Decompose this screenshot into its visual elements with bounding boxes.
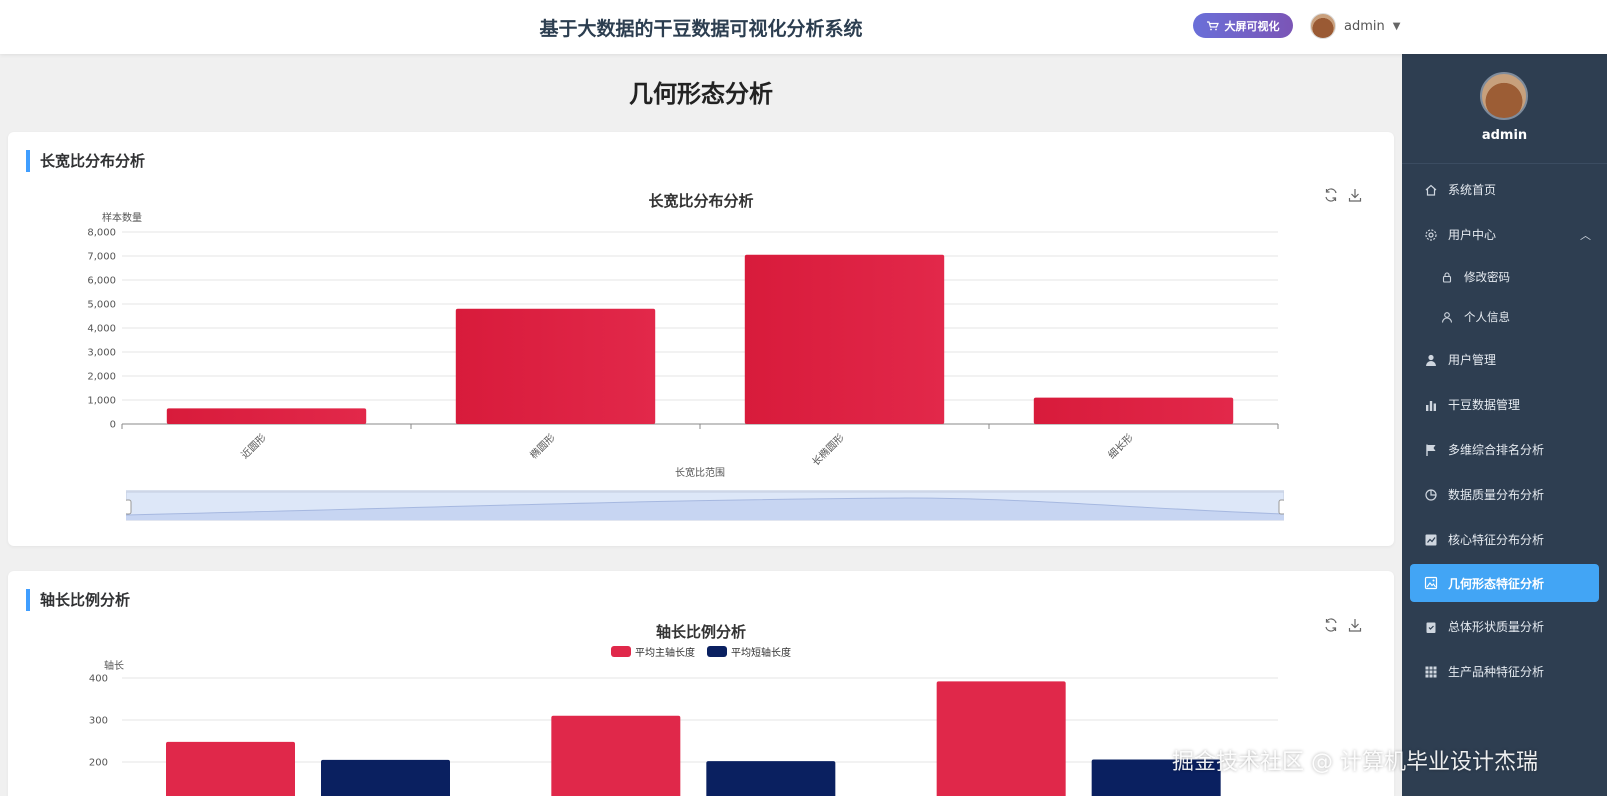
chevron-up-icon: ︿ — [1580, 228, 1591, 242]
bar — [455, 308, 656, 424]
y-tick-label: 300 — [89, 716, 108, 727]
y-tick-label: 3,000 — [87, 348, 116, 359]
gear-icon — [1425, 228, 1437, 241]
bar-chart-icon — [1426, 400, 1436, 411]
sidebar-item-label: 用户中心 — [1448, 228, 1497, 242]
top-header: 基于大数据的干豆数据可视化分析系统 大屏可视化 admin ▼ — [0, 0, 1607, 54]
avatar — [1480, 72, 1528, 120]
datazoom-handle-right — [1278, 499, 1284, 515]
datazoom-slider[interactable] — [126, 490, 1284, 522]
sidebar: admin 系统首页用户中心 ︿ 修改密码个人信息用户管理干豆数据管理多维综合排名分… — [1402, 54, 1607, 796]
bar — [744, 254, 945, 424]
y-tick-label: 6,000 — [87, 276, 116, 287]
sidebar-item-label: 系统首页 — [1448, 183, 1497, 197]
sidebar-item-5[interactable]: 干豆数据管理 — [1402, 382, 1607, 427]
bar — [551, 715, 681, 796]
y-tick-label: 200 — [89, 758, 108, 769]
sidebar-item-label: 用户管理 — [1448, 353, 1497, 367]
x-tick-label: 长椭圆形 — [809, 431, 846, 468]
sidebar-item-label: 修改密码 — [1464, 270, 1510, 284]
sidebar-username: admin — [1481, 128, 1528, 143]
username: admin — [1344, 18, 1385, 34]
bigscreen-label: 大屏可视化 — [1224, 19, 1280, 33]
sidebar-item-8[interactable]: 核心特征分布分析 — [1402, 517, 1607, 562]
lock-icon — [1442, 272, 1452, 283]
flag-icon — [1426, 444, 1436, 456]
sidebar-item-label: 总体形状质量分析 — [1448, 620, 1545, 634]
sidebar-item-label: 生产品种特征分析 — [1448, 665, 1545, 679]
sidebar-menu: 系统首页用户中心 ︿ 修改密码个人信息用户管理干豆数据管理多维综合排名分析 数据质量分… — [1402, 167, 1607, 694]
bar — [936, 681, 1066, 796]
sidebar-item-9[interactable]: 几何形态特征分析 — [1410, 564, 1599, 602]
sidebar-item-label: 数据质量分布分析 — [1448, 488, 1545, 502]
y-tick-label: 4,000 — [87, 324, 116, 335]
bar — [166, 408, 367, 424]
y-tick-label: 1,000 — [87, 396, 116, 407]
sidebar-item-6[interactable]: 多维综合排名分析 — [1402, 427, 1607, 472]
cart-icon — [1206, 20, 1219, 30]
x-tick-label: 细长形 — [1105, 431, 1135, 461]
sidebar-item-10[interactable]: 总体形状质量分析 — [1402, 604, 1607, 649]
y-tick-label: 0 — [110, 420, 116, 431]
datazoom-handle-left — [126, 499, 132, 515]
y-tick-label: 5,000 — [87, 300, 116, 311]
aspect-ratio-panel: 长宽比分布分析 长宽比分布分析 样本数量 0 1,000 2,000 3,000 4,0… — [8, 132, 1394, 546]
bar — [321, 759, 450, 796]
bar — [1033, 397, 1234, 424]
pie-icon — [1425, 488, 1437, 501]
sidebar-item-label: 核心特征分布分析 — [1448, 533, 1545, 547]
bar — [166, 741, 295, 796]
aspect-ratio-bar-chart: 0 1,000 2,000 3,000 4,000 5,000 6,000 7,000 8,00… — [87, 228, 1279, 468]
grid-icon — [1425, 666, 1437, 677]
avatar — [1310, 13, 1336, 39]
sidebar-item-label: 几何形态特征分析 — [1448, 576, 1545, 591]
x-axis-name: 长宽比范围 — [675, 468, 725, 479]
page-title: 几何形态分析 — [629, 80, 773, 108]
y-tick-label: 7,000 — [87, 252, 116, 263]
sidebar-item-label: 多维综合排名分析 — [1448, 443, 1545, 457]
y-tick-label: 400 — [89, 674, 108, 685]
app-title: 基于大数据的干豆数据可视化分析系统 — [539, 18, 863, 40]
sidebar-item-1[interactable]: 用户中心 ︿ — [1402, 212, 1607, 257]
trend-icon — [1425, 534, 1437, 545]
bar — [706, 761, 836, 796]
sidebar-item-4[interactable]: 用户管理 — [1402, 337, 1607, 382]
picture-icon — [1424, 576, 1438, 590]
user-icon — [1426, 354, 1436, 366]
watermark: 掘金技术社区 @ 计算机毕业设计杰瑞 — [1172, 750, 1538, 775]
sidebar-profile: admin — [1402, 54, 1607, 164]
sidebar-item-label: 个人信息 — [1464, 310, 1510, 324]
bigscreen-button[interactable]: 大屏可视化 — [1193, 13, 1293, 38]
sidebar-item-label: 干豆数据管理 — [1448, 398, 1521, 412]
y-tick-label: 2,000 — [87, 372, 116, 383]
home-icon — [1425, 184, 1437, 196]
sidebar-item-0[interactable]: 系统首页 — [1402, 167, 1607, 212]
sidebar-item-11[interactable]: 生产品种特征分析 — [1402, 649, 1607, 694]
x-tick-label: 椭圆形 — [527, 431, 557, 461]
x-tick-label: 近圆形 — [238, 431, 268, 461]
sidebar-item-3[interactable]: 个人信息 — [1402, 297, 1607, 337]
user-menu[interactable]: admin ▼ — [1310, 13, 1400, 39]
clipboard-icon — [1426, 622, 1436, 633]
sidebar-item-2[interactable]: 修改密码 — [1402, 257, 1607, 297]
caret-down-icon: ▼ — [1392, 20, 1401, 32]
sidebar-item-7[interactable]: 数据质量分布分析 — [1402, 472, 1607, 517]
y-tick-label: 8,000 — [87, 228, 116, 239]
user-outline-icon — [1441, 312, 1453, 323]
